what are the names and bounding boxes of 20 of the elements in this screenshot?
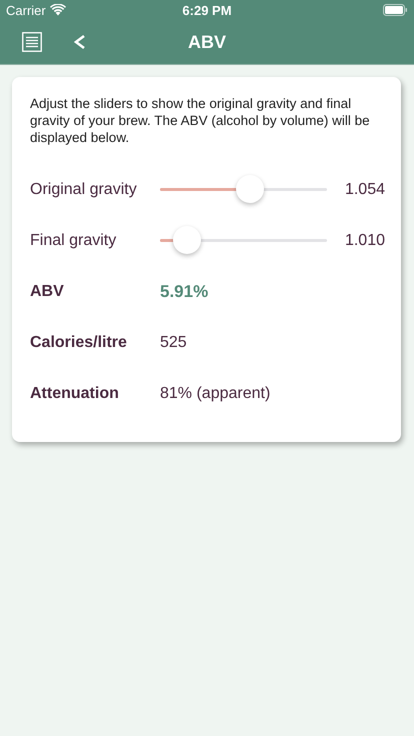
slider-thumb[interactable] (236, 175, 264, 203)
slider-label: Final gravity (30, 232, 118, 250)
menu-icon[interactable] (22, 32, 42, 52)
back-icon[interactable] (74, 34, 86, 50)
clock-time: 6:29 PM (182, 2, 232, 18)
screen-title: ABV (188, 32, 226, 52)
result-label: Calories/litre (30, 334, 128, 352)
result-value: 81% (apparent) (160, 384, 270, 402)
result-value: 5.91% (160, 282, 208, 302)
slider-value: 1.054 (344, 180, 385, 198)
instructions-text: Adjust the sliders to show the original gravity and final gravity of your brew. The ABV (alcohol by volume) will be displayed below. (30, 95, 371, 146)
result-value: 525 (160, 334, 187, 352)
wifi-icon (50, 4, 66, 16)
carrier-name: Carrier (6, 2, 46, 18)
slider-label: Original gravity (30, 180, 138, 198)
result-label: Attenuation (30, 384, 120, 402)
slider-value: 1.010 (344, 232, 385, 250)
slider-thumb[interactable] (172, 226, 201, 254)
battery-icon (382, 4, 408, 16)
result-label: ABV (30, 282, 65, 300)
